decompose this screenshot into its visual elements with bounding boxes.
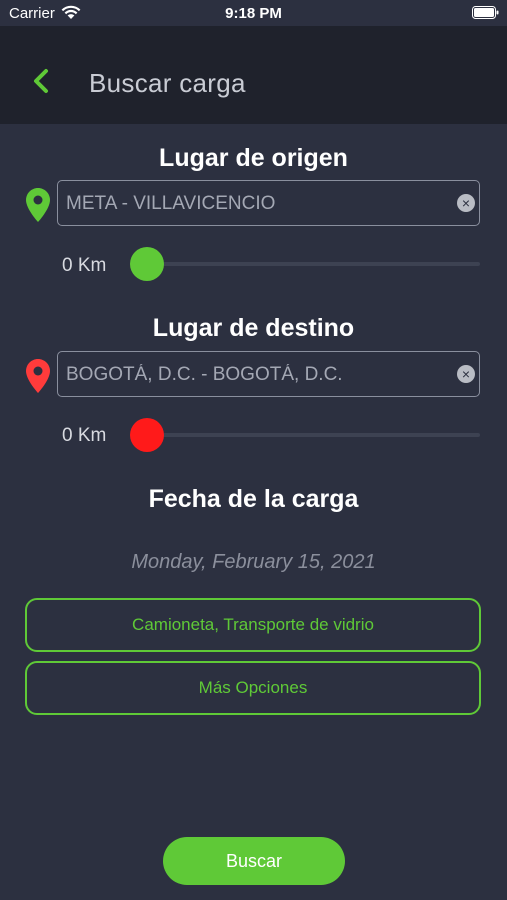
origin-input[interactable] bbox=[64, 181, 453, 226]
origin-pin-icon bbox=[25, 187, 51, 223]
date-title: Fecha de la carga bbox=[148, 485, 359, 513]
origin-radius-slider-thumb[interactable] bbox=[130, 247, 164, 281]
origin-title: Lugar de origen bbox=[159, 144, 348, 172]
destination-input[interactable] bbox=[64, 352, 453, 397]
page-title: Buscar carga bbox=[89, 68, 246, 98]
back-arrow-icon[interactable] bbox=[30, 68, 52, 94]
destination-clear-icon[interactable]: × bbox=[457, 365, 475, 383]
origin-radius-track[interactable] bbox=[150, 262, 480, 266]
more-options-button[interactable]: Más Opciones bbox=[25, 661, 481, 715]
clock: 9:18 PM bbox=[225, 5, 282, 22]
search-button[interactable]: Buscar bbox=[163, 837, 345, 885]
destination-radius-slider-thumb[interactable] bbox=[130, 418, 164, 452]
navigation-bar: Buscar carga bbox=[0, 26, 507, 124]
vehicle-type-button[interactable]: Camioneta, Transporte de vidrio bbox=[25, 598, 481, 652]
destination-radius-track[interactable] bbox=[150, 433, 480, 437]
status-bar: Carrier 9:18 PM bbox=[0, 0, 507, 26]
date-picker-value[interactable]: Monday, February 15, 2021 bbox=[0, 551, 507, 574]
destination-title: Lugar de destino bbox=[152, 314, 355, 342]
destination-radius-label: 0 Km bbox=[62, 425, 107, 446]
origin-clear-icon[interactable]: × bbox=[457, 194, 475, 212]
battery-icon bbox=[472, 6, 499, 19]
destination-pin-icon bbox=[25, 358, 51, 394]
origin-radius-label: 0 Km bbox=[62, 255, 107, 276]
destination-field: × bbox=[57, 351, 480, 397]
origin-field: × bbox=[57, 180, 480, 226]
